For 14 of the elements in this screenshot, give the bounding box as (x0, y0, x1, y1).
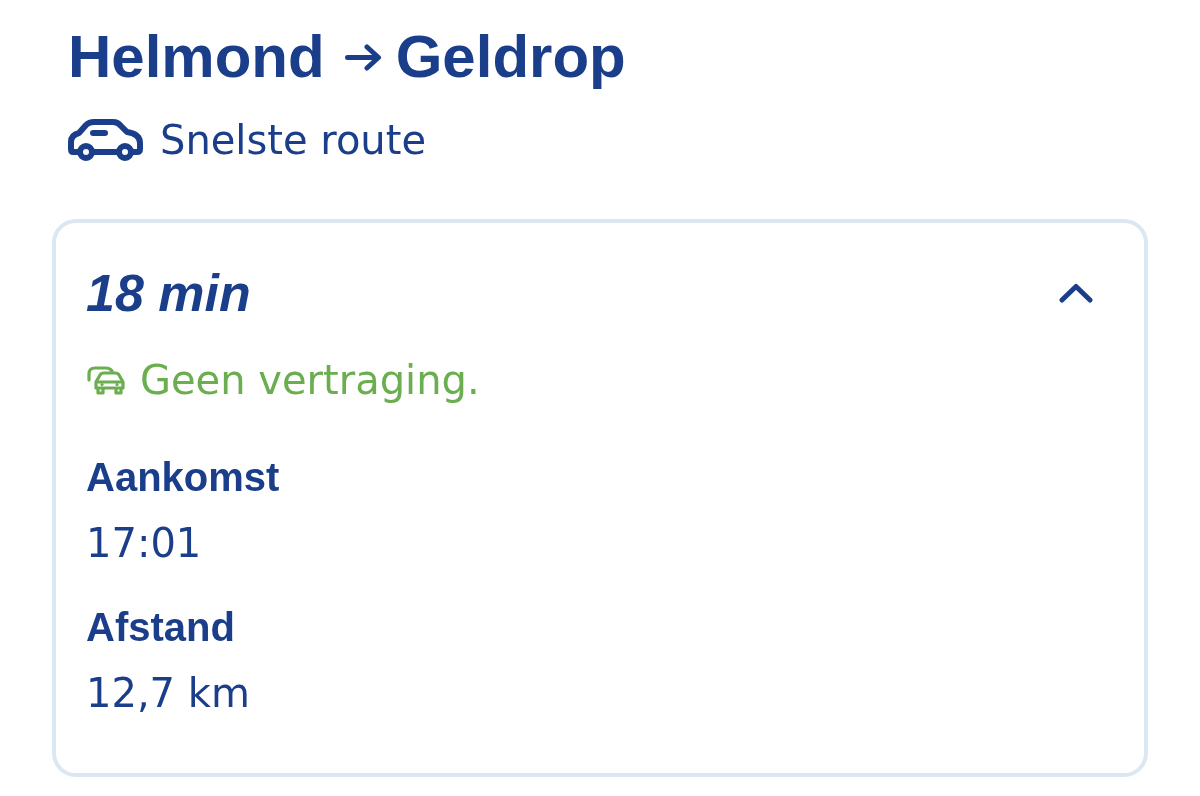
route-type: Snelste route (160, 116, 426, 165)
traffic-icon (86, 364, 126, 396)
origin-city: Helmond (68, 22, 325, 92)
arrow-right-icon (344, 43, 382, 71)
detail-label: Aankomst (86, 454, 280, 500)
travel-time: 18 min (86, 263, 251, 323)
chevron-up-icon (1059, 283, 1093, 303)
detail-label: Afstand (86, 604, 235, 650)
detail-value: 17:01 (86, 520, 202, 566)
car-icon (68, 119, 143, 161)
delay-status: Geen vertraging. (140, 356, 480, 404)
collapse-button[interactable] (1059, 283, 1093, 303)
destination-city: Geldrop (395, 22, 626, 92)
detail-value: 12,7 km (86, 670, 250, 716)
